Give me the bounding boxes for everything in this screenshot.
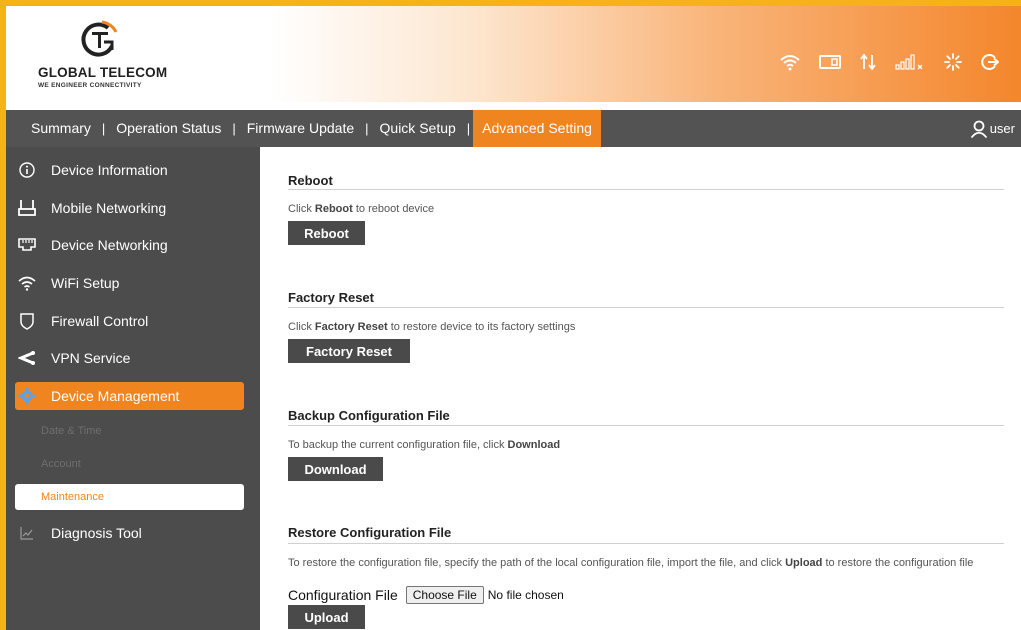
brand-name: GLOBAL TELECOM	[38, 65, 168, 80]
sidebar-item-label: Device Management	[51, 388, 180, 404]
shield-icon	[17, 311, 37, 331]
loading-icon[interactable]	[943, 52, 963, 72]
sidebar-item-device-management[interactable]: Device Management	[15, 382, 244, 410]
sidebar-subitem-date-time[interactable]: Date & Time	[15, 418, 244, 444]
sidebar-item-device-information[interactable]: Device Information	[15, 156, 244, 184]
user-label: user	[989, 121, 1015, 136]
vpn-icon	[17, 348, 37, 368]
nav-separator: |	[101, 121, 106, 136]
restore-section-title: Restore Configuration File	[288, 525, 452, 540]
sidebar-item-label: Device Information	[51, 162, 168, 178]
restore-description: To restore the configuration file, speci…	[288, 557, 974, 569]
ethernet-port-icon	[17, 235, 37, 255]
choose-file-button[interactable]: Choose File	[405, 586, 484, 604]
user-icon	[970, 120, 987, 138]
sidebar-item-wifi-setup[interactable]: WiFi Setup	[15, 269, 244, 297]
section-divider	[288, 307, 1004, 308]
sidebar-subitem-account[interactable]: Account	[15, 451, 244, 477]
maintenance-panel: Reboot Click Reboot to reboot device Reb…	[288, 147, 1004, 630]
sidebar-item-label: Mobile Networking	[51, 200, 167, 216]
sidebar-item-vpn-service[interactable]: VPN Service	[15, 344, 244, 372]
reboot-section-title: Reboot	[288, 173, 333, 188]
sidebar-item-label: WiFi Setup	[51, 275, 120, 291]
nav-tab-summary[interactable]: Summary	[6, 110, 99, 147]
download-button[interactable]: Download	[288, 457, 383, 481]
sidebar-item-label: Firewall Control	[51, 313, 149, 329]
factory-reset-button[interactable]: Factory Reset	[288, 339, 410, 363]
sidebar-item-label: VPN Service	[51, 350, 131, 366]
sidebar: Device Information Mobile Networking Dev…	[6, 147, 260, 630]
sidebar-item-label: Diagnosis Tool	[51, 525, 142, 541]
backup-section-title: Backup Configuration File	[288, 408, 450, 423]
nav-separator: |	[466, 121, 471, 136]
sidebar-item-diagnosis-tool[interactable]: Diagnosis Tool	[15, 519, 244, 547]
file-status-text: No file chosen	[487, 588, 564, 602]
info-icon	[17, 160, 37, 180]
header-banner: GLOBAL TELECOM WE ENGINEER CONNECTIVITY	[6, 6, 1021, 102]
factory-reset-section-title: Factory Reset	[288, 290, 374, 305]
sim-card-icon[interactable]	[819, 54, 841, 70]
router-icon	[17, 198, 37, 218]
brand-tagline: WE ENGINEER CONNECTIVITY	[38, 82, 142, 89]
data-transfer-icon[interactable]	[859, 53, 877, 71]
nav-tab-quick-setup[interactable]: Quick Setup	[372, 110, 464, 147]
nav-separator: |	[232, 121, 236, 136]
logout-icon[interactable]	[981, 53, 999, 71]
upload-button[interactable]: Upload	[288, 605, 365, 629]
section-divider	[288, 425, 1004, 426]
sidebar-item-mobile-networking[interactable]: Mobile Networking	[15, 194, 244, 222]
nav-separator: |	[365, 121, 369, 136]
nav-tab-operation-status[interactable]: Operation Status	[108, 110, 229, 147]
wifi-icon	[17, 273, 37, 293]
factory-reset-description: Click Factory Reset to restore device to…	[288, 321, 576, 333]
configuration-file-label: Configuration File	[288, 587, 398, 603]
section-divider	[288, 543, 1004, 544]
brand-logo[interactable]: GLOBAL TELECOM WE ENGINEER CONNECTIVITY	[38, 18, 188, 96]
section-divider	[288, 189, 1004, 190]
sidebar-item-firewall-control[interactable]: Firewall Control	[15, 307, 244, 335]
chart-icon	[17, 523, 37, 543]
reboot-button[interactable]: Reboot	[288, 221, 365, 245]
nav-tab-firmware-update[interactable]: Firmware Update	[239, 110, 362, 147]
sidebar-item-device-networking[interactable]: Device Networking	[15, 231, 244, 259]
top-nav-bar: Summary | Operation Status | Firmware Up…	[6, 110, 1021, 147]
brand-logo-icon	[81, 20, 118, 57]
sidebar-item-label: Device Networking	[51, 237, 168, 253]
backup-description: To backup the current configuration file…	[288, 439, 561, 451]
gear-icon	[17, 386, 37, 406]
wifi-icon[interactable]	[779, 53, 801, 71]
user-menu[interactable]: user	[970, 110, 1015, 147]
sidebar-subitem-maintenance[interactable]: Maintenance	[15, 484, 244, 510]
nav-tab-advanced-setting[interactable]: Advanced Setting	[473, 110, 601, 147]
reboot-description: Click Reboot to reboot device	[288, 203, 435, 215]
configuration-file-row: Configuration File Choose File No file c…	[288, 586, 564, 604]
status-icon-bar	[779, 52, 999, 72]
signal-strength-icon[interactable]	[895, 53, 925, 71]
